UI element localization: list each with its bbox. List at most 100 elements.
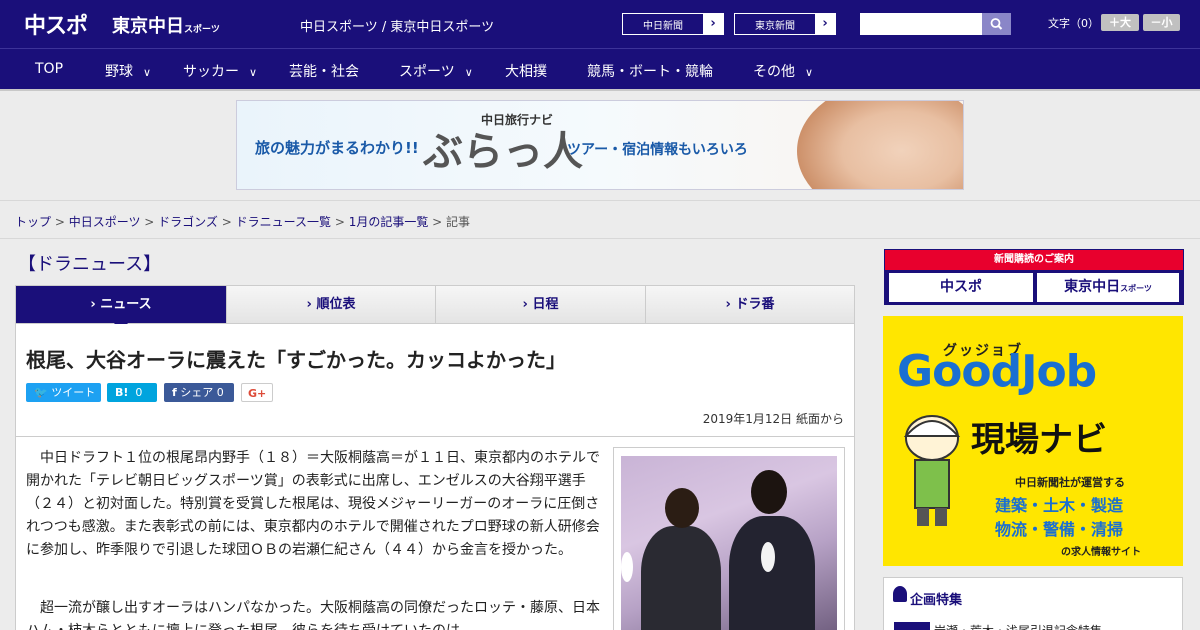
goodjob-ad[interactable]: グッジョブ GoodJob 現場ナビ 中日新聞社が運営する 建築・土木・製造 物… [883,316,1183,566]
award-ceremony-photo [621,456,837,630]
search-button[interactable] [982,13,1011,35]
breadcrumb-sep: > [140,215,159,229]
facebook-icon: f [172,386,177,399]
nav-label: サッカー [183,64,239,80]
feature-icon [893,586,907,602]
tokyo-shimbun-link[interactable]: 東京新聞 › [734,13,836,35]
subscribe-tokyo-chunichi-button[interactable]: 東京中日スポーツ [1037,273,1179,302]
nav-label: スポーツ [399,64,455,80]
construction-worker-icon [903,415,961,526]
tweet-button[interactable]: 🐦 ツイート [26,383,101,402]
tab-news[interactable]: › ニュース [15,285,227,331]
nav-item-racing[interactable]: 競馬・ボート・競輪 [587,61,713,81]
main-nav: TOP 野球 ∨ サッカー ∨ 芸能・社会 スポーツ ∨ 大相撲 競馬・ボート・競輪 … [0,48,1200,89]
goodjob-foot: の求人情報サイト [1061,547,1141,558]
chunichi-shimbun-link[interactable]: 中日新聞 › [622,13,724,35]
font-smaller-button[interactable]: －小 [1143,14,1180,31]
feature-item-link[interactable]: 岩瀬・荒木・浅尾引退記念特集 [934,622,1102,630]
article-body: 中日ドラフト１位の根尾昂内野手（１８）＝大阪桐蔭高＝が１１日、東京都内のホテルで… [15,437,855,630]
breadcrumb-sep: > [217,215,236,229]
nav-item-sumo[interactable]: 大相撲 [505,61,547,81]
article-paragraph: 中日ドラフト１位の根尾昂内野手（１８）＝大阪桐蔭高＝が１１日、東京都内のホテルで… [26,450,600,558]
search-input[interactable] [860,13,982,35]
nav-item-baseball[interactable]: 野球 ∨ [105,61,151,81]
tab-label: 順位表 [316,297,356,312]
font-larger-button[interactable]: ＋大 [1101,14,1139,31]
tab-label: 日程 [532,297,559,312]
award-rosette [761,542,775,572]
breadcrumb-link-news-list[interactable]: ドラニュース一覧 [236,215,331,229]
breadcrumb-link-dragons[interactable]: ドラゴンズ [158,215,218,229]
tab-schedule[interactable]: › 日程 [435,285,646,324]
chevron-down-icon: ∨ [805,66,814,79]
nav-item-top[interactable]: TOP [35,61,63,77]
nav-item-entertainment[interactable]: 芸能・社会 [289,61,359,81]
article-photo[interactable] [613,447,845,630]
breadcrumb-current: 記事 [446,215,471,229]
breadcrumb-bar: トップ > 中日スポーツ > ドラゴンズ > ドラニュース一覧 > 1月の記事一… [0,200,1200,239]
feature-box: 企画特集 岩瀬・荒木・浅尾引退記念特集 [883,577,1183,630]
ad-small-text: 中日旅行ナビ [481,113,554,127]
feature-thumb [894,622,930,630]
article-headline: 根尾、大谷オーラに震えた「すごかった。カッコよかった」 [26,348,566,372]
tokyo-chunichi-logo[interactable]: 東京中日スポーツ [112,12,220,38]
font-size-label: 文字（0） [1048,17,1099,30]
photo-head [665,488,699,528]
tab-standings[interactable]: › 順位表 [226,285,436,324]
subscribe-chuspo-button[interactable]: 中スポ [889,273,1033,302]
hatena-count: 0 [135,386,143,399]
nav-label: 野球 [105,64,133,80]
subscription-header: 新聞購読のご案内 [885,250,1183,270]
gplus-icon: G+ [248,387,267,400]
hatena-button[interactable]: B! 0 [107,383,157,402]
article-header: 根尾、大谷オーラに震えた「すごかった。カッコよかった」 🐦 ツイート B! 0 … [15,324,855,437]
nav-item-others[interactable]: その他 ∨ [753,61,813,81]
logo2-text: 東京中日 [112,16,184,37]
breadcrumb: トップ > 中日スポーツ > ドラゴンズ > ドラニュース一覧 > 1月の記事一… [15,213,470,230]
link-label: 中日新聞 [643,21,683,32]
nav-label: その他 [753,64,795,80]
twitter-icon: 🐦 [34,386,48,399]
photo-person [729,516,815,630]
publish-date: 2019年1月12日 紙面から [702,412,844,426]
chevron-right-icon: › [815,14,835,34]
breadcrumb-link-top[interactable]: トップ [15,215,51,229]
chuspo-logo[interactable]: 中スポ [24,8,88,40]
travel-ad-banner[interactable]: 旅の魅力がまるわかり!! ぶらっ人 中日旅行ナビ ツアー・宿泊情報もいろいろ [236,100,964,190]
goodjob-line: 物流・警備・清掃 [995,520,1124,539]
link-label: 東京新聞 [755,21,795,32]
feature-title: 企画特集 [910,593,963,608]
gplus-button[interactable]: G+ [241,383,273,402]
breadcrumb-link-january[interactable]: 1月の記事一覧 [349,215,429,229]
award-rosette [621,552,633,582]
article-paragraph: 超一流が醸し出すオーラはハンパなかった。大阪桐蔭高の同僚だったロッテ・藤原、日本… [26,600,600,630]
nav-item-soccer[interactable]: サッカー ∨ [183,61,257,81]
breadcrumb-link-chuspo[interactable]: 中日スポーツ [69,215,141,229]
ad-left-text: 旅の魅力がまるわかり!! [255,139,419,157]
chevron-down-icon: ∨ [249,66,258,79]
nav-divider [0,89,1200,91]
top-header: 中スポ 東京中日スポーツ 中日スポーツ / 東京中日スポーツ 中日新聞 › 東京… [0,0,1200,48]
site-title[interactable]: 中日スポーツ / 東京中日スポーツ [300,16,494,35]
nav-label: 芸能・社会 [289,64,359,80]
nav-label: 大相撲 [505,64,547,80]
chevron-down-icon: ∨ [464,66,473,79]
tab-label: ニュース [100,297,152,312]
news-tabs: › ニュース › 順位表 › 日程 › ドラ番 [15,285,855,331]
breadcrumb-sep: > [428,215,447,229]
subscribe-small: スポーツ [1120,284,1152,293]
nav-item-sports[interactable]: スポーツ ∨ [399,61,473,81]
facebook-share-button[interactable]: f シェア 0 [164,383,234,402]
ad-right-text: ツアー・宿泊情報もいろいろ [567,142,748,158]
goodjob-navi: 現場ナビ [971,420,1107,460]
tab-dorabann[interactable]: › ドラ番 [645,285,855,324]
search-icon [990,18,1003,30]
photo-head [751,470,787,514]
ad-model-photo [797,101,963,189]
facebook-label: シェア [180,386,214,399]
goodjob-operator: 中日新聞社が運営する [1015,476,1125,489]
logo2-small: スポーツ [184,25,220,35]
breadcrumb-sep: > [331,215,349,229]
tweet-label: ツイート [51,386,96,399]
section-title: 【ドラニュース】 [18,254,162,275]
